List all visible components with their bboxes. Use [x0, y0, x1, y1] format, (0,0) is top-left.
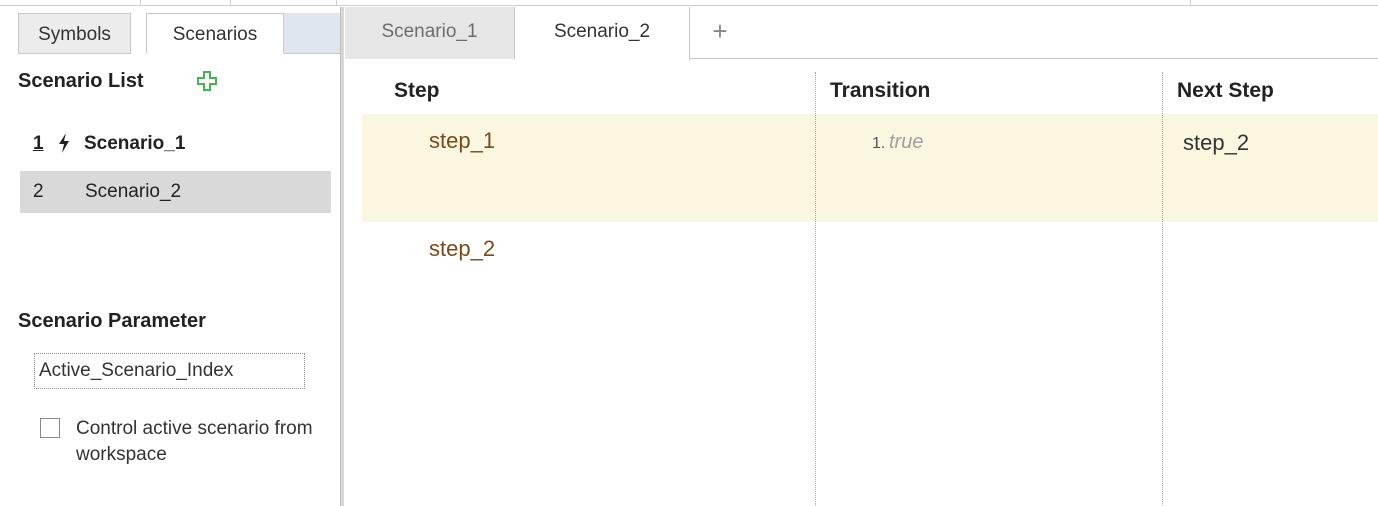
column-header-step: Step	[394, 79, 440, 102]
column-tick	[1190, 0, 1191, 6]
scenario-parameter-title: Scenario Parameter	[18, 310, 206, 332]
scenario-name: Scenario_1	[84, 133, 186, 154]
control-from-workspace-label: Control active scenario from workspace	[76, 418, 313, 465]
column-divider	[1162, 72, 1163, 506]
scenario-name: Scenario_2	[85, 181, 182, 202]
tab-scenarios[interactable]: Scenarios	[146, 13, 284, 54]
tab-strip-background	[284, 13, 340, 54]
scenario-number: 1	[33, 133, 44, 154]
scenario-tab-strip: Scenario_1 Scenario_2 +	[345, 7, 1378, 60]
tab-symbols[interactable]: Symbols	[18, 13, 131, 54]
scenario-list-title: Scenario List	[18, 70, 144, 92]
scenario-list-item[interactable]: 1 Scenario_1	[20, 123, 331, 165]
active-lightning-icon	[58, 123, 70, 165]
scenario-list-item-selected[interactable]: 2 Scenario_2	[20, 171, 331, 213]
add-tab-button[interactable]: +	[690, 7, 750, 59]
add-scenario-icon[interactable]	[196, 70, 218, 92]
control-from-workspace-checkbox[interactable]	[40, 418, 60, 438]
column-tick	[140, 0, 141, 6]
scenario-number: 2	[33, 181, 44, 202]
step-grid: Step Transition Next Step step_1 1. true…	[345, 60, 1378, 506]
column-header-next-step: Next Step	[1177, 79, 1274, 102]
scenario-parameter-field[interactable]: Active_Scenario_Index	[34, 353, 305, 389]
column-tick	[336, 0, 337, 6]
column-divider	[815, 72, 816, 506]
tab-scenario-1[interactable]: Scenario_1	[345, 7, 515, 59]
column-tick	[230, 0, 231, 6]
transition-condition[interactable]: true	[889, 131, 923, 154]
tab-scenario-2[interactable]: Scenario_2	[515, 7, 690, 60]
step-cell[interactable]: step_1	[429, 128, 495, 154]
column-header-transition: Transition	[830, 79, 931, 102]
window-top-edge	[0, 0, 1378, 6]
step-cell[interactable]: step_2	[429, 236, 495, 262]
next-step-cell[interactable]: step_2	[1183, 130, 1249, 156]
panel-splitter[interactable]	[340, 7, 344, 506]
transition-number: 1.	[872, 135, 886, 152]
left-tab-strip: Symbols Scenarios	[0, 7, 340, 54]
